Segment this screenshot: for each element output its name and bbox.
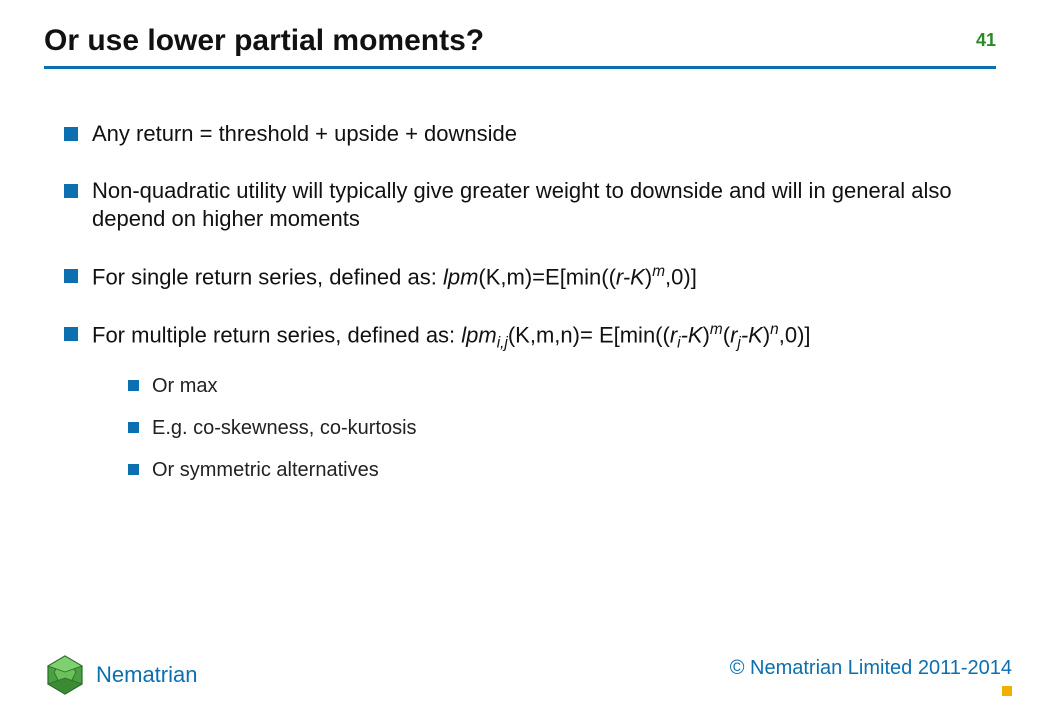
title-underline: [44, 66, 996, 69]
sub-bullet-text: E.g. co-skewness, co-kurtosis: [152, 417, 417, 439]
sub-bullet-item: Or max: [128, 373, 984, 399]
formula-eq: = E[min((: [580, 322, 670, 347]
formula-exp2: n: [770, 321, 779, 338]
brand-logo-icon: [44, 654, 86, 696]
slide-content: Any return = threshold + upside + downsi…: [64, 120, 984, 511]
formula-tail: ,0)]: [779, 322, 811, 347]
formula-exp: m: [652, 263, 665, 280]
slide: Or use lower partial moments? 41 Any ret…: [0, 0, 1040, 720]
slide-number: 41: [976, 30, 996, 51]
bullet-prefix: For multiple return series, defined as:: [92, 322, 461, 347]
sub-bullet-item: Or symmetric alternatives: [128, 457, 984, 483]
formula-args: (K,m): [478, 264, 532, 289]
copyright-block: © Nematrian Limited 2011-2014: [730, 657, 1012, 696]
formula-exp: m: [710, 321, 723, 338]
sub-bullet-text: Or symmetric alternatives: [152, 459, 379, 481]
formula-open2: (: [723, 322, 730, 347]
copyright-text: © Nematrian Limited 2011-2014: [730, 657, 1012, 680]
slide-header: Or use lower partial moments? 41: [44, 24, 996, 69]
formula-fn: lpm: [461, 322, 496, 347]
brand-name: Nematrian: [96, 662, 197, 688]
formula-args: (K,m,n): [508, 322, 580, 347]
sub-bullet-text: Or max: [152, 375, 218, 397]
formula-close: ): [703, 322, 710, 347]
bullet-item: Any return = threshold + upside + downsi…: [64, 120, 984, 149]
brand: Nematrian: [44, 654, 197, 696]
bullet-item: For multiple return series, defined as: …: [64, 320, 984, 484]
sub-bullet-list: Or max E.g. co-skewness, co-kurtosis Or …: [128, 373, 984, 483]
slide-title: Or use lower partial moments?: [44, 24, 996, 58]
formula-fn: lpm: [443, 264, 478, 289]
bullet-list: Any return = threshold + upside + downsi…: [64, 120, 984, 483]
formula-mk: -K: [681, 322, 703, 347]
formula-sub: i,j: [497, 334, 508, 351]
bullet-item: For single return series, defined as: lp…: [64, 262, 984, 292]
sub-bullet-item: E.g. co-skewness, co-kurtosis: [128, 415, 984, 441]
formula-r: r-K: [616, 264, 645, 289]
bullet-prefix: For single return series, defined as:: [92, 264, 443, 289]
formula-mk2: -K: [741, 322, 763, 347]
formula-tail: ,0)]: [665, 264, 697, 289]
corner-marker-icon: [1002, 686, 1012, 696]
slide-footer: Nematrian © Nematrian Limited 2011-2014: [44, 654, 1012, 696]
formula-eq: =E[min((: [532, 264, 616, 289]
bullet-item: Non-quadratic utility will typically giv…: [64, 177, 984, 234]
bullet-text: Any return = threshold + upside + downsi…: [92, 121, 517, 146]
bullet-text: Non-quadratic utility will typically giv…: [92, 178, 952, 232]
